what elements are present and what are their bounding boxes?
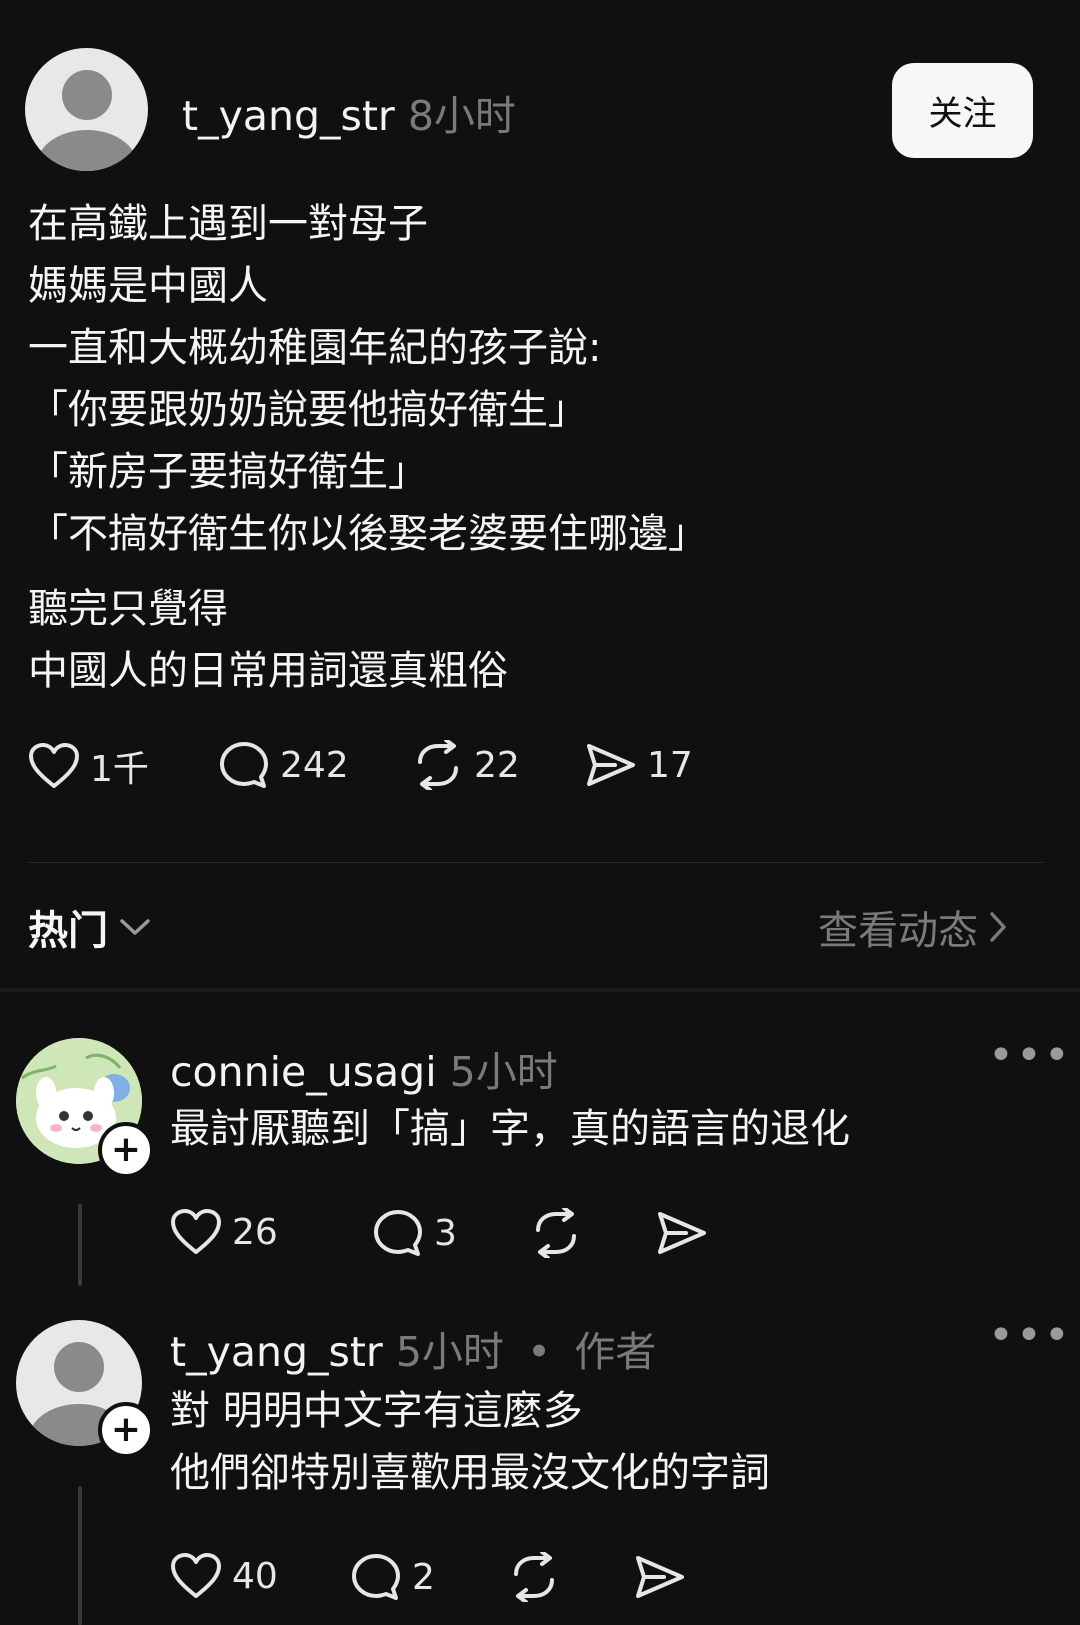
- post-comment-button[interactable]: 242: [218, 740, 349, 790]
- post-author-avatar[interactable]: [25, 48, 148, 171]
- send-icon: [587, 744, 635, 786]
- sort-label: 热门: [28, 908, 108, 954]
- repost-icon: [418, 740, 458, 790]
- reply-author-name[interactable]: t_yang_str: [170, 1328, 383, 1376]
- reply-like-button[interactable]: 26: [170, 1208, 278, 1256]
- reply-author-row: t_yang_str 5小时 • 作者: [170, 1318, 656, 1378]
- reply-comment-count: 2: [412, 1556, 435, 1598]
- thread-line: [78, 1486, 82, 1625]
- reply-like-count: 26: [232, 1211, 278, 1253]
- post-like-button[interactable]: 1千: [28, 740, 149, 792]
- follow-button[interactable]: 关注: [892, 63, 1033, 158]
- section-separator: [0, 988, 1080, 992]
- post-repost-count: 22: [474, 744, 520, 786]
- reply-time: 5小时: [395, 1328, 504, 1376]
- separator-dot: •: [526, 1328, 552, 1376]
- post-time: 8小时: [407, 92, 516, 140]
- more-options-icon[interactable]: •••: [988, 1310, 1072, 1361]
- follow-plus-icon[interactable]: +: [98, 1402, 154, 1458]
- comment-icon: [352, 1554, 400, 1600]
- sort-dropdown[interactable]: 热门: [28, 898, 152, 956]
- comment-icon: [220, 742, 268, 788]
- chevron-down-icon: [120, 919, 150, 935]
- chevron-right-icon: [990, 912, 1006, 942]
- post-repost-button[interactable]: 22: [412, 740, 520, 790]
- reply-share-button[interactable]: [634, 1552, 686, 1602]
- author-badge: 作者: [574, 1328, 657, 1376]
- view-activity-link[interactable]: 查看动态: [818, 898, 1010, 956]
- reply-like-button[interactable]: 40: [170, 1552, 278, 1600]
- post-share-count: 17: [647, 744, 693, 786]
- reply-share-button[interactable]: [656, 1208, 708, 1258]
- view-activity-label: 查看动态: [818, 908, 978, 954]
- post-body-paragraph-1: 在高鐵上遇到一對母子 媽媽是中國人 一直和大概幼稚園年紀的孩子說: 「你要跟奶奶…: [28, 201, 708, 557]
- reply-comment-count: 3: [434, 1212, 457, 1254]
- repost-icon: [536, 1208, 576, 1258]
- post-body-paragraph-2: 聽完只覺得 中國人的日常用詞還真粗俗: [28, 586, 508, 694]
- heart-icon: [171, 1209, 221, 1254]
- post-comment-count: 242: [280, 744, 349, 786]
- divider: [28, 862, 1044, 863]
- reply-comment-button[interactable]: 2: [350, 1552, 435, 1602]
- reply-like-count: 40: [232, 1555, 278, 1597]
- more-options-icon[interactable]: •••: [988, 1030, 1072, 1081]
- heart-icon: [171, 1553, 221, 1598]
- post-author-row: t_yang_str 8小时: [182, 82, 516, 142]
- heart-icon: [29, 743, 79, 788]
- repost-icon: [514, 1552, 554, 1602]
- reply-repost-button[interactable]: [530, 1208, 582, 1258]
- send-icon: [658, 1212, 706, 1254]
- reply-time: 5小时: [449, 1048, 558, 1096]
- reply-author-row: connie_usagi 5小时: [170, 1038, 558, 1098]
- post-share-button[interactable]: 17: [585, 740, 693, 790]
- reply-repost-button[interactable]: [508, 1552, 560, 1602]
- post-author-name[interactable]: t_yang_str: [182, 92, 395, 140]
- follow-plus-icon[interactable]: +: [98, 1122, 154, 1178]
- post-like-count: 1千: [90, 749, 149, 790]
- reply-author-name[interactable]: connie_usagi: [170, 1048, 437, 1096]
- comment-icon: [374, 1210, 422, 1256]
- send-icon: [636, 1556, 684, 1598]
- reply-comment-button[interactable]: 3: [372, 1208, 457, 1258]
- reply-body: 對 明明中文字有這麼多 他們卻特別喜歡用最沒文化的字詞: [170, 1388, 770, 1496]
- thread-line: [78, 1204, 82, 1286]
- reply-body: 最討厭聽到「搞」字，真的語言的退化: [170, 1106, 850, 1152]
